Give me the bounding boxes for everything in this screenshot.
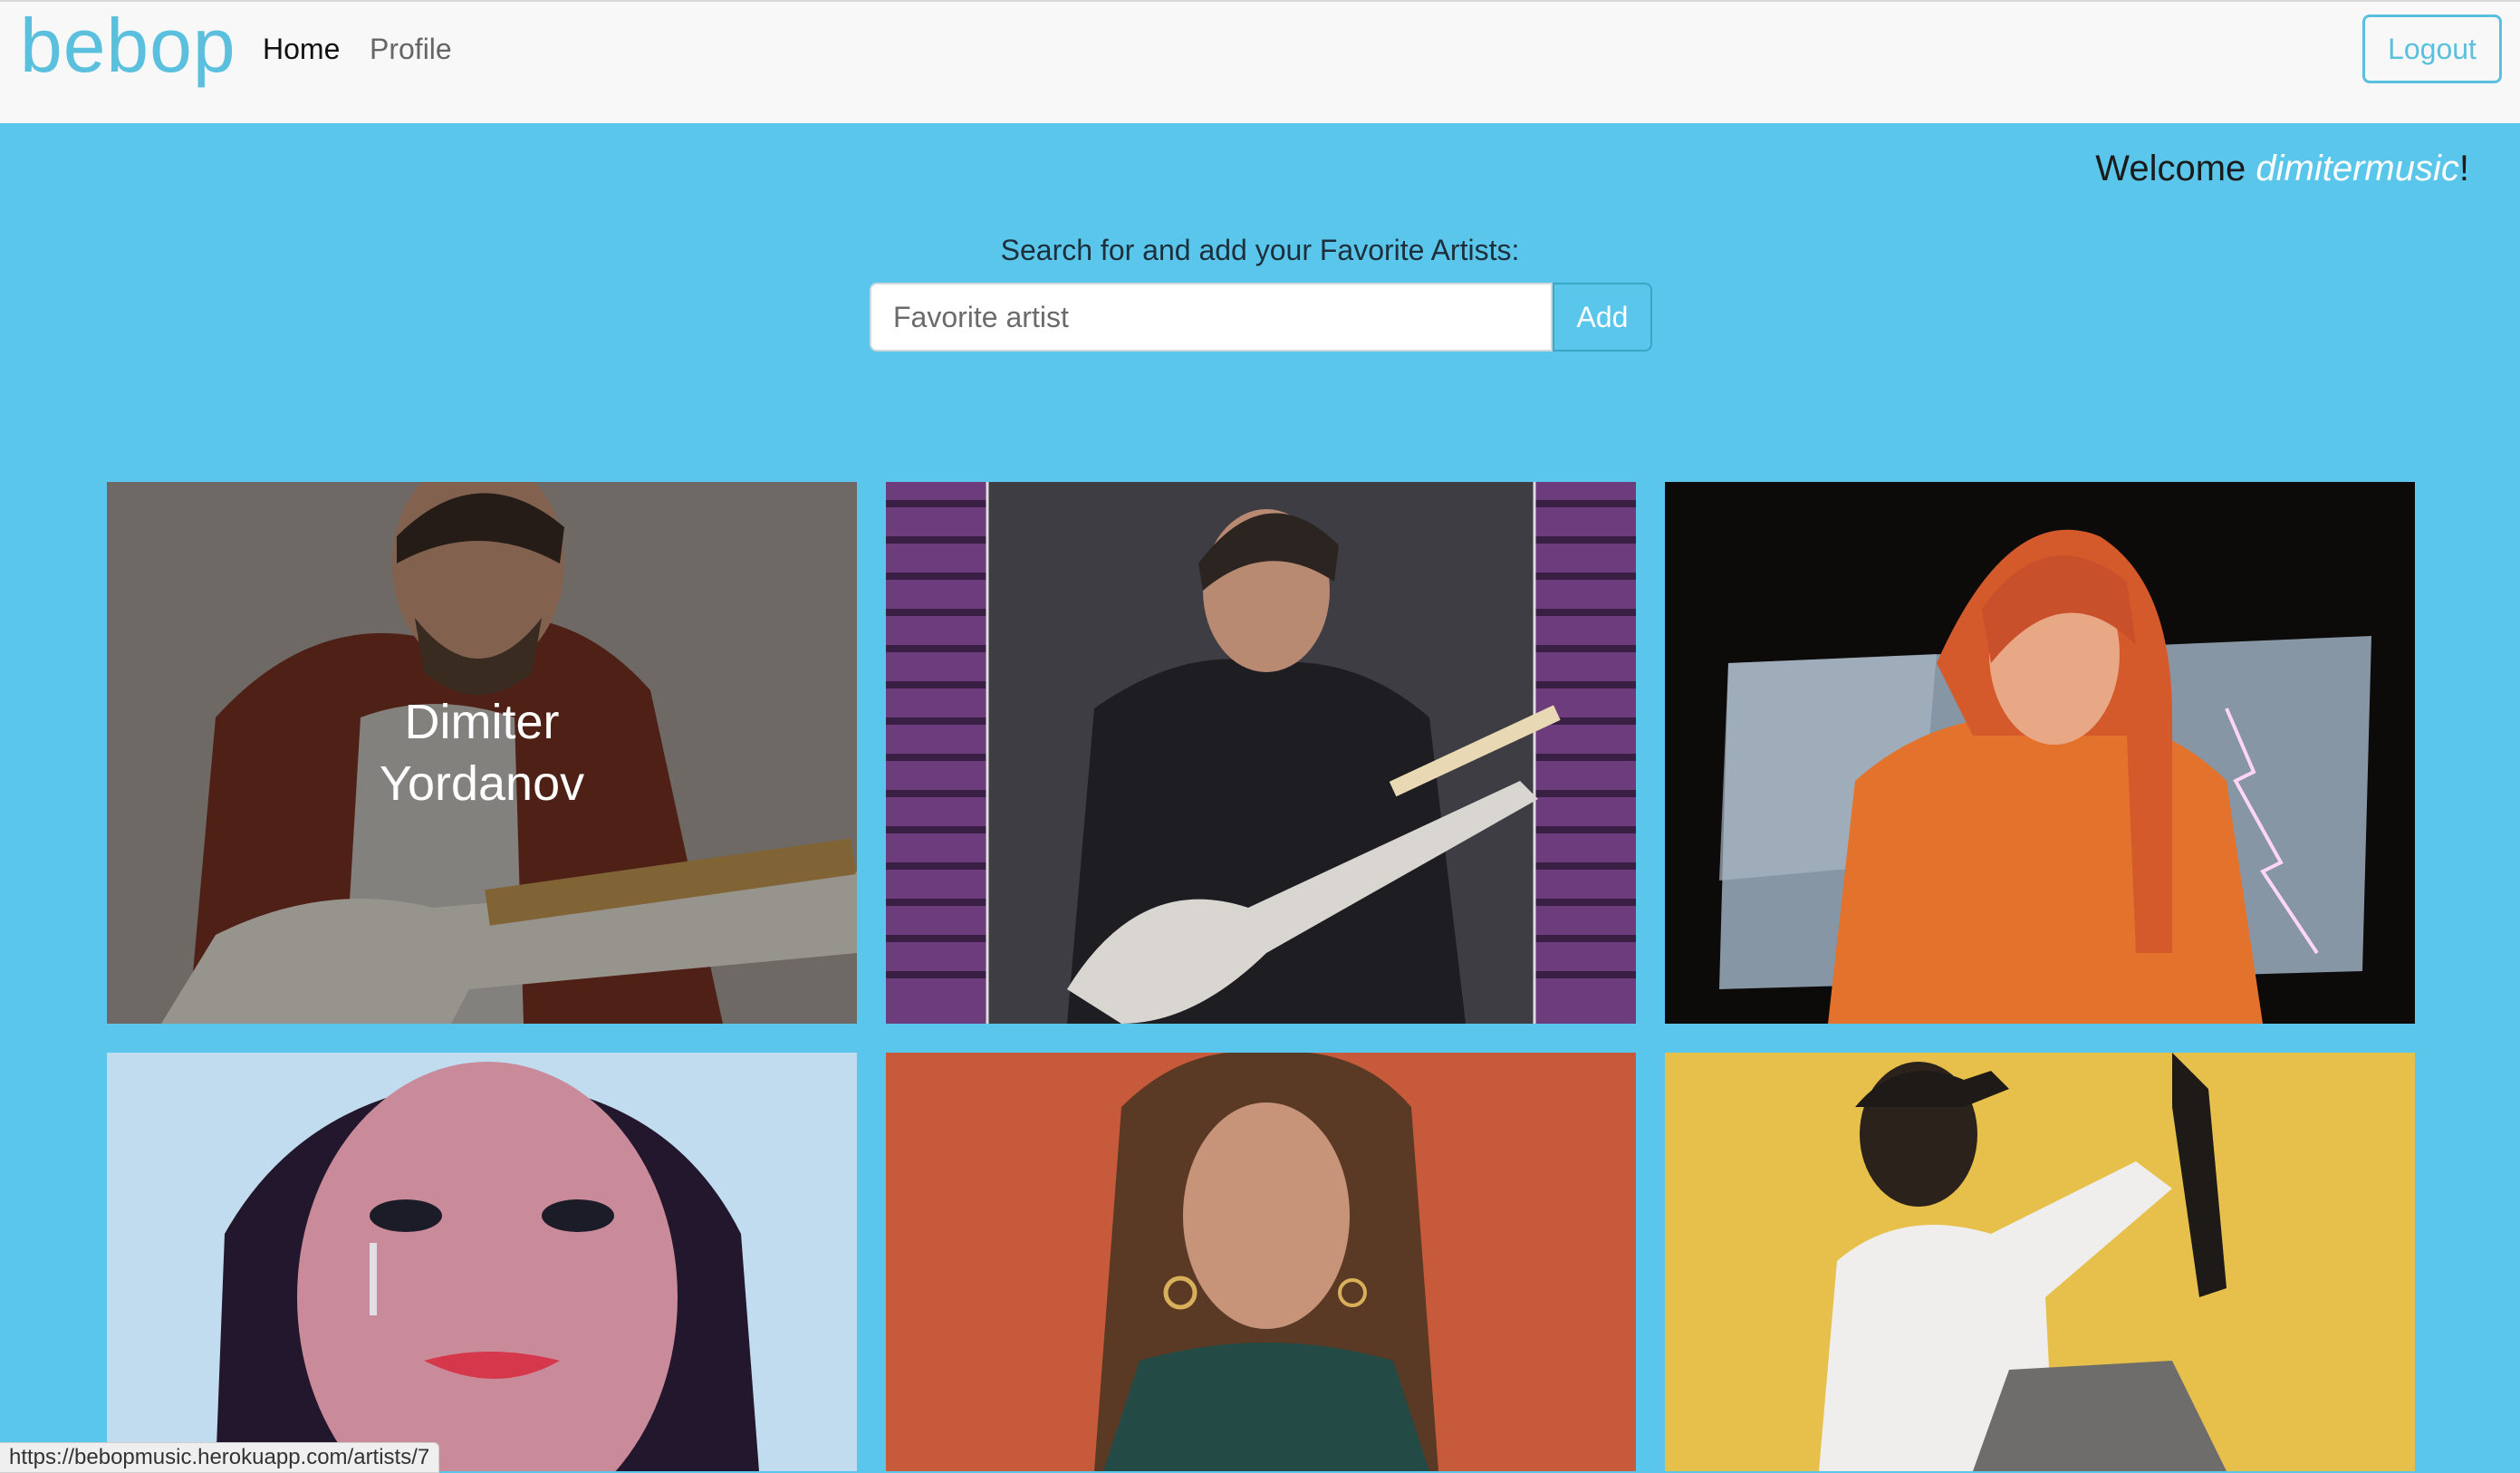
artist-name-line-1: Dimiter bbox=[404, 695, 560, 749]
welcome-prefix: Welcome bbox=[2095, 149, 2256, 188]
add-artist-button[interactable]: Add bbox=[1553, 283, 1652, 351]
welcome-username: dimitermusic bbox=[2255, 149, 2459, 188]
artist-photo bbox=[1665, 1053, 2415, 1471]
artist-card[interactable]: Dimiter Yordanov bbox=[107, 482, 857, 1024]
welcome-message: Welcome dimitermusic! bbox=[2095, 143, 2469, 194]
nav-profile-link[interactable]: Profile bbox=[370, 33, 452, 65]
favorite-artist-input[interactable] bbox=[870, 283, 1553, 351]
artist-card[interactable] bbox=[886, 1053, 1636, 1471]
artist-card[interactable] bbox=[886, 482, 1636, 1024]
artist-name-line-2: Yordanov bbox=[379, 756, 585, 811]
artist-name: Dimiter Yordanov bbox=[337, 691, 627, 814]
artist-photo bbox=[1665, 482, 2415, 1024]
nav-home-link[interactable]: Home bbox=[263, 33, 340, 65]
navbar: bebop Home Profile Logout bbox=[0, 0, 2520, 123]
brand-logo[interactable]: bebop bbox=[20, 7, 236, 83]
artist-overlay: Dimiter Yordanov bbox=[107, 482, 857, 1024]
artist-photo bbox=[886, 1053, 1636, 1471]
search-form: Add bbox=[870, 283, 1652, 351]
artist-card[interactable] bbox=[1665, 1053, 2415, 1471]
artist-photo bbox=[886, 482, 1636, 1024]
artist-card[interactable] bbox=[1665, 482, 2415, 1024]
artist-photo bbox=[107, 1053, 857, 1471]
status-bar-url: https://bebopmusic.herokuapp.com/artists… bbox=[0, 1442, 440, 1473]
logout-button[interactable]: Logout bbox=[2362, 14, 2502, 83]
search-label: Search for and add your Favorite Artists… bbox=[1000, 234, 1520, 266]
artist-card[interactable] bbox=[107, 1053, 857, 1471]
welcome-suffix: ! bbox=[2458, 149, 2469, 188]
